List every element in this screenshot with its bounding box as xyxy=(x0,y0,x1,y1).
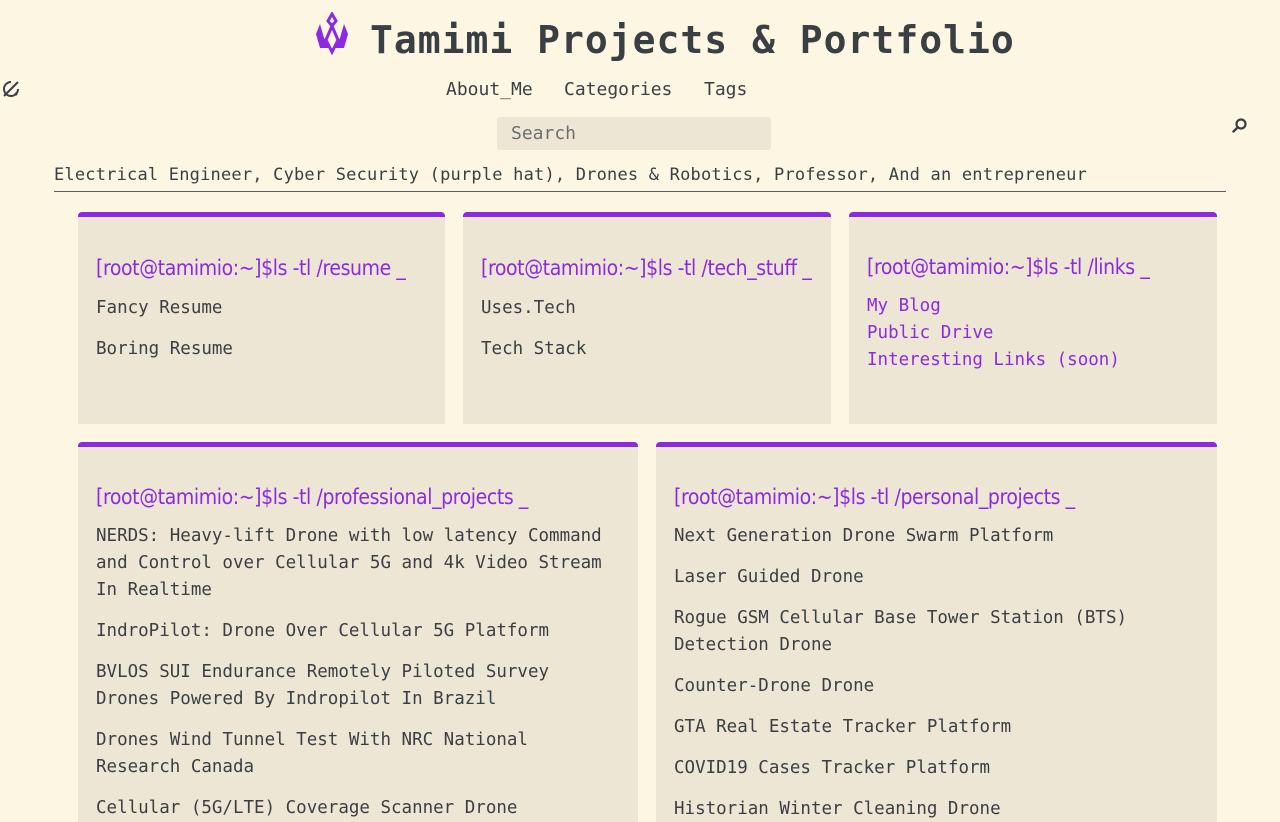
tech-card: [root@tamimio:~]$ls -tl /tech_stuff _ Us… xyxy=(463,212,831,424)
resume-link[interactable]: Fancy Resume xyxy=(96,298,222,318)
card-heading: [root@tamimio:~]$ls -tl /links _ xyxy=(867,255,1150,279)
professional-projects-list: NERDS: Heavy-lift Drone with low latency… xyxy=(96,523,620,822)
resume-card: [root@tamimio:~]$ls -tl /resume _ Fancy … xyxy=(78,212,445,424)
project-link[interactable]: BVLOS SUI Endurance Remotely Piloted Sur… xyxy=(96,662,549,709)
links-list: My Blog Public Drive Interesting Links (… xyxy=(867,293,1199,374)
resume-list: Fancy Resume Boring Resume xyxy=(96,295,427,363)
personal-projects-card: [root@tamimio:~]$ls -tl /personal_projec… xyxy=(656,442,1217,822)
card-heading: [root@tamimio:~]$ls -tl /resume _ xyxy=(96,256,406,280)
card-heading: [root@tamimio:~]$ls -tl /tech_stuff _ xyxy=(481,256,812,280)
list-item[interactable]: Laser Guided Drone xyxy=(674,564,1199,591)
list-item[interactable]: BVLOS SUI Endurance Remotely Piloted Sur… xyxy=(96,659,620,713)
professional-projects-card: [root@tamimio:~]$ls -tl /professional_pr… xyxy=(78,442,638,822)
tech-link[interactable]: Tech Stack xyxy=(481,339,586,359)
personal-projects-list: Next Generation Drone Swarm Platform Las… xyxy=(674,523,1199,822)
project-link[interactable]: Next Generation Drone Swarm Platform xyxy=(674,526,1053,546)
project-link[interactable]: Counter-Drone Drone xyxy=(674,676,874,696)
search-input[interactable] xyxy=(497,117,727,150)
list-item[interactable]: Uses.Tech xyxy=(481,295,813,322)
project-link[interactable]: Drones Wind Tunnel Test With NRC Nationa… xyxy=(96,730,528,777)
list-item[interactable]: COVID19 Cases Tracker Platform xyxy=(674,755,1199,782)
link-my-blog[interactable]: My Blog xyxy=(867,296,941,316)
project-link[interactable]: COVID19 Cases Tracker Platform xyxy=(674,758,990,778)
links-card: [root@tamimio:~]$ls -tl /links _ My Blog… xyxy=(849,212,1217,424)
list-item[interactable]: Counter-Drone Drone xyxy=(674,673,1199,700)
search-icon[interactable] xyxy=(1231,117,1249,135)
project-link[interactable]: Rogue GSM Cellular Base Tower Station (B… xyxy=(674,608,1127,655)
list-item[interactable]: Tech Stack xyxy=(481,336,813,363)
tech-link[interactable]: Uses.Tech xyxy=(481,298,576,318)
list-item[interactable]: GTA Real Estate Tracker Platform xyxy=(674,714,1199,741)
resume-link[interactable]: Boring Resume xyxy=(96,339,233,359)
list-item[interactable]: Public Drive xyxy=(867,320,1199,347)
list-item[interactable]: NERDS: Heavy-lift Drone with low latency… xyxy=(96,523,620,604)
list-item[interactable]: IndroPilot: Drone Over Cellular 5G Platf… xyxy=(96,618,620,645)
list-item[interactable]: Rogue GSM Cellular Base Tower Station (B… xyxy=(674,605,1199,659)
project-link[interactable]: NERDS: Heavy-lift Drone with low latency… xyxy=(96,526,602,600)
project-link[interactable]: Historian Winter Cleaning Drone xyxy=(674,799,1001,819)
theme-toggle-icon[interactable] xyxy=(0,78,22,100)
list-item[interactable]: Drones Wind Tunnel Test With NRC Nationa… xyxy=(96,727,620,781)
nav-item-categories[interactable]: Categories xyxy=(564,78,672,102)
list-item[interactable]: Fancy Resume xyxy=(96,295,427,322)
link-public-drive[interactable]: Public Drive xyxy=(867,323,993,343)
project-link[interactable]: Laser Guided Drone xyxy=(674,567,864,587)
list-item[interactable]: Boring Resume xyxy=(96,336,427,363)
tech-list: Uses.Tech Tech Stack xyxy=(481,295,813,363)
project-link[interactable]: Cellular (5G/LTE) Coverage Scanner Drone xyxy=(96,798,517,818)
site-header: Tamimi Projects & Portfolio xyxy=(0,0,1280,64)
nav-item-about-me[interactable]: About_Me xyxy=(446,78,533,102)
search-bar xyxy=(497,117,1247,150)
link-interesting-links[interactable]: Interesting Links (soon) xyxy=(867,350,1120,370)
site-title[interactable]: Tamimi Projects & Portfolio xyxy=(370,16,1015,64)
list-item[interactable]: My Blog xyxy=(867,293,1199,320)
header-divider xyxy=(54,191,1226,192)
list-item[interactable]: Next Generation Drone Swarm Platform xyxy=(674,523,1199,550)
project-link[interactable]: GTA Real Estate Tracker Platform xyxy=(674,717,1011,737)
list-item[interactable]: Cellular (5G/LTE) Coverage Scanner Drone xyxy=(96,795,620,822)
list-item[interactable]: Interesting Links (soon) xyxy=(867,347,1199,374)
card-heading: [root@tamimio:~]$ls -tl /professional_pr… xyxy=(96,485,528,509)
site-tagline: Electrical Engineer, Cyber Security (pur… xyxy=(54,165,1088,185)
main-nav: About_Me Categories Tags xyxy=(0,78,1280,104)
project-link[interactable]: IndroPilot: Drone Over Cellular 5G Platf… xyxy=(96,621,549,641)
logo-icon[interactable] xyxy=(312,12,352,56)
card-heading: [root@tamimio:~]$ls -tl /personal_projec… xyxy=(674,485,1075,509)
nav-item-tags[interactable]: Tags xyxy=(704,78,747,102)
